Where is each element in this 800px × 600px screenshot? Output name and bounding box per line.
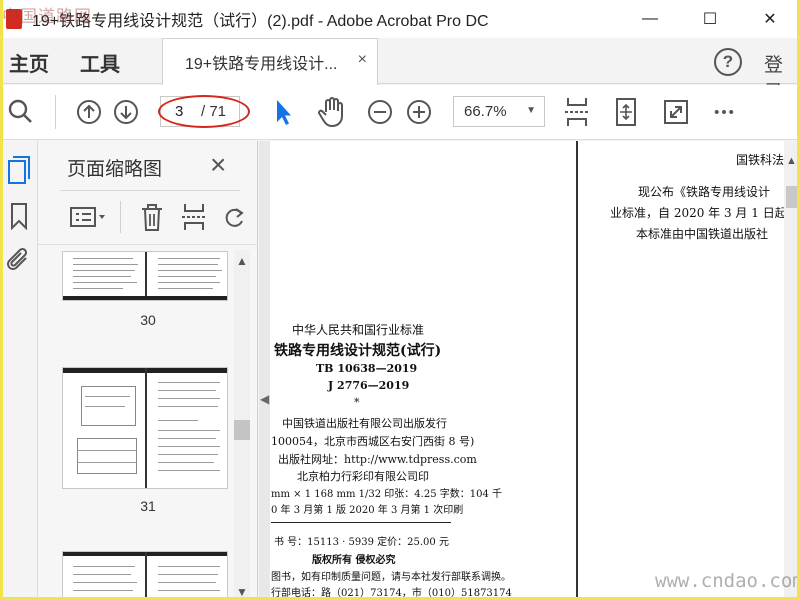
title-bar: 19+铁路专用线设计规范（试行）(2).pdf - Adobe Acrobat …: [0, 0, 800, 38]
doc-line: 出版社网址：http://www.tdpress.com: [278, 453, 477, 466]
doc-line: 现公布《铁路专用线设计: [638, 185, 771, 199]
document-tab[interactable]: 19+铁路专用线设计... ×: [162, 38, 378, 85]
menu-tools[interactable]: 工具: [80, 48, 120, 77]
document-page-left: 中华人民共和国行业标准 铁路专用线设计规范(试行) TB 10638—2019 …: [270, 141, 576, 600]
doc-line: 本标准由中国铁道出版社: [636, 227, 769, 241]
chevron-down-icon: ▼: [526, 105, 536, 116]
bookmark-icon[interactable]: [7, 201, 31, 231]
doc-line: 行部电话：路（021）73174，市（010）51873174: [271, 588, 512, 599]
tab-bar: 主页 工具: [0, 38, 800, 84]
doc-line: *: [354, 396, 360, 409]
doc-line: 书 号：15113 · 5939 定价：25.00 元: [274, 537, 449, 548]
window-title: 19+铁路专用线设计规范（试行）(2).pdf - Adobe Acrobat …: [32, 13, 489, 30]
zoom-out-icon[interactable]: [366, 98, 394, 126]
window-controls: — ☐ ✕: [620, 0, 800, 38]
doc-line: 业标准，自 2020 年 3 月 1 日起: [610, 206, 784, 220]
extract-page-icon[interactable]: [180, 201, 208, 233]
page-number-input[interactable]: [161, 99, 191, 124]
help-icon[interactable]: ?: [714, 48, 742, 76]
toolbar-separator: [55, 95, 56, 129]
doc-line: 国铁科法: [736, 153, 784, 167]
rail-active-indicator: [0, 150, 3, 186]
full-screen-icon[interactable]: [661, 96, 691, 128]
thumbnail-panel: 页面缩略图 × 30 31: [38, 141, 258, 600]
site-url-watermark: www.cndao.com: [655, 570, 800, 592]
scroll-up-icon[interactable]: ▲: [236, 254, 248, 268]
page-thumbnail-30[interactable]: [62, 251, 228, 301]
page-thumbnails-icon[interactable]: [6, 155, 32, 185]
navigation-rail: [0, 141, 38, 600]
minimize-button[interactable]: —: [620, 0, 680, 38]
doc-line: 北京柏力行彩印有限公司印: [297, 470, 429, 483]
zoom-level-select[interactable]: 66.7% ▼: [453, 96, 545, 127]
panel-close-icon[interactable]: ×: [210, 149, 226, 181]
page-thumbnail-31[interactable]: [62, 367, 228, 489]
more-tools-icon[interactable]: •••: [709, 99, 741, 125]
thumbnail-number: 30: [140, 312, 156, 328]
attachment-icon[interactable]: [5, 245, 33, 275]
delete-page-icon[interactable]: [138, 201, 166, 233]
page-total-label: / 71: [201, 103, 227, 120]
panel-tools-divider: [38, 244, 258, 245]
document-scrollbar[interactable]: [784, 141, 800, 600]
doc-line: 中华人民共和国行业标准: [292, 323, 425, 337]
scroll-down-icon[interactable]: ▼: [236, 585, 248, 599]
doc-title: 铁路专用线设计规范(试行): [274, 343, 442, 359]
thumbnail-options-icon[interactable]: [68, 204, 108, 230]
next-page-icon[interactable]: [112, 98, 140, 126]
document-tab-close-icon[interactable]: ×: [358, 51, 367, 69]
menu-home[interactable]: 主页: [9, 48, 49, 77]
panel-title: 页面缩略图: [67, 159, 163, 180]
panel-divider: [60, 190, 240, 191]
select-arrow-icon[interactable]: [272, 97, 296, 127]
site-watermark: 中国道路网: [2, 7, 92, 27]
panel-tools-separator: [120, 201, 121, 233]
thumbnail-scrollbar-thumb[interactable]: [234, 420, 250, 440]
doc-line: 中国铁道出版社有限公司出版发行: [282, 417, 447, 430]
fit-page-icon[interactable]: [562, 95, 592, 129]
close-window-button[interactable]: ✕: [740, 0, 800, 38]
hand-tool-icon[interactable]: [316, 95, 348, 129]
rotate-page-icon[interactable]: [222, 201, 246, 233]
thumbnail-number: 31: [140, 498, 156, 514]
page-thumbnail-32[interactable]: [62, 551, 228, 600]
document-scroll-up-icon[interactable]: ▲: [786, 155, 797, 167]
doc-line: 图书，如有印制质量问题，请与本社发行部联系调换。: [271, 572, 511, 583]
doc-line: TB 10638—2019: [316, 362, 418, 375]
doc-line: 0 年 3 月第 1 版 2020 年 3 月第 1 次印刷: [271, 505, 464, 516]
document-tab-label: 19+铁路专用线设计...: [185, 56, 338, 73]
doc-line: J 2776—2019: [328, 379, 410, 392]
maximize-button[interactable]: ☐: [680, 0, 740, 38]
page-number-box: / 71: [160, 96, 240, 127]
document-page-right: 国铁科法 现公布《铁路专用线设计 业标准，自 2020 年 3 月 1 日起 本…: [578, 141, 784, 600]
doc-line: 版权所有 侵权必究: [312, 555, 396, 566]
doc-line: mm × 1 168 mm 1/32 印张：4.25 字数：104 千: [271, 489, 502, 500]
doc-line: 100054，北京市西城区右安门西街 8 号): [271, 435, 475, 448]
scroll-mode-icon[interactable]: [611, 95, 641, 129]
main-toolbar: / 71 66.7% ▼ •••: [0, 85, 800, 140]
zoom-in-icon[interactable]: [405, 98, 433, 126]
doc-rule: [271, 522, 451, 523]
zoom-level-value: 66.7%: [464, 103, 507, 120]
previous-page-icon[interactable]: [75, 98, 103, 126]
search-icon[interactable]: [6, 97, 34, 125]
document-scrollbar-thumb[interactable]: [786, 186, 798, 208]
collapse-panel-icon[interactable]: ◀: [260, 392, 269, 406]
